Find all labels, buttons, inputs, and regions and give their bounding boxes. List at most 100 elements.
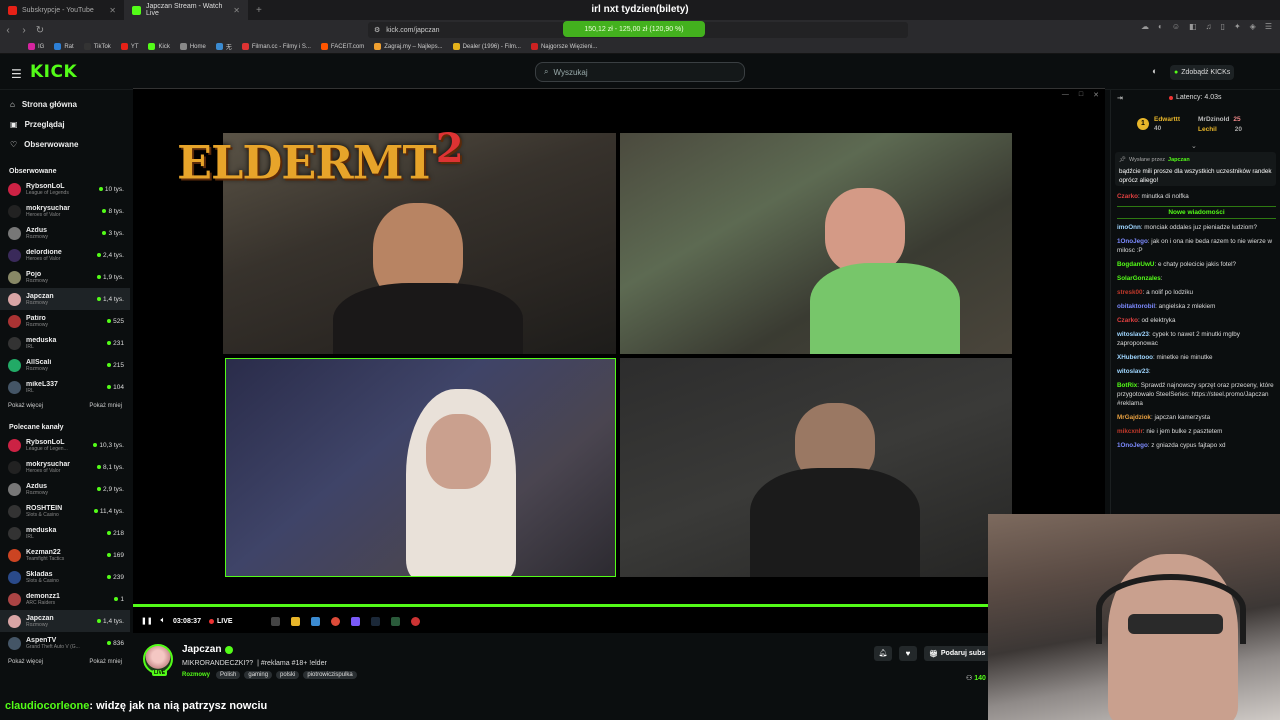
sidebar-toggle-icon[interactable]: ▯ [1221,22,1225,31]
channel-item[interactable]: Skladas Slots & Casino 239 [0,566,130,588]
chat-username[interactable]: obitaktorobil [1117,303,1155,310]
channel-item[interactable]: ROSHTEIN Slots & Casino 11,4 tys. [0,500,130,522]
notification-bell-button[interactable]: 🔔︎ [874,646,892,661]
channel-item[interactable]: Japczan Rozmowy 1,4 tys. [0,288,130,310]
menu-icon[interactable]: ☰ [1265,22,1272,31]
channel-item[interactable]: mokrysuchar Heroes of Valor 8 tys. [0,200,130,222]
bookmark-item[interactable]: Rat [54,43,74,50]
forward-icon[interactable]: › [16,25,32,36]
reload-icon[interactable]: ↻ [32,25,48,36]
chat-username[interactable]: 1OnoJego [1117,238,1148,245]
extension-icon[interactable]: ◧ [1189,22,1197,31]
bookmark-item[interactable]: Zagraj.my – Najleps... [374,43,443,50]
new-tab-icon[interactable]: + [248,5,270,16]
bookmark-item[interactable]: Kick [148,43,170,50]
chat-username[interactable]: Czarko [1117,317,1138,324]
channel-item[interactable]: Japczan Rozmowy 1,4 tys. [0,610,130,632]
chat-username[interactable]: MrGajdziok [1117,414,1151,421]
tag-chip[interactable]: gaming [244,671,273,679]
live-dot-icon [98,187,103,191]
bookmark-item[interactable]: YT [120,43,138,50]
bookmark-item[interactable]: IG [28,43,44,50]
browser-tab-active[interactable]: Japczan Stream - Watch Live ✕ [124,0,248,20]
show-less-button[interactable]: Pokaż mniej [89,659,122,665]
extension-icon[interactable]: ☁ [1141,22,1149,31]
channel-item[interactable]: meduska IRL 231 [0,332,130,354]
channel-item[interactable]: Patiro Rozmowy 525 [0,310,130,332]
live-indicator: LIVE [208,618,233,625]
music-icon[interactable]: ♫ [1206,22,1212,31]
chat-username[interactable]: 1OnoJego [1117,442,1148,449]
gift-subs-button[interactable]: 🎁︎ Podaruj subs [924,646,994,661]
expand-leaderboard-icon[interactable]: ⌄ [1191,142,1197,150]
back-icon[interactable]: ‹ [0,25,16,36]
tag-chip[interactable]: Polish [216,671,241,679]
live-badge: LIVE [152,670,168,676]
stream-progress-bar[interactable] [133,604,1105,607]
close-icon[interactable]: ✕ [1093,91,1099,99]
bookmark-item[interactable]: Najgorsze Więzieni... [530,43,597,50]
nav-browse[interactable]: ▣ Przeglądaj [0,114,130,134]
follow-heart-button[interactable]: ♥ [899,646,917,661]
chat-username[interactable]: BotRix [1117,382,1137,389]
channel-item[interactable]: Kezman22 Teamfight Tactics 169 [0,544,130,566]
video-player[interactable]: — □ ✕ ELDERMT2 ❚❚ 🔈︎ 03:08:37 LIVE [133,88,1105,633]
theme-icon[interactable]: ◐ [1152,66,1157,76]
show-less-button[interactable]: Pokaż mniej [89,403,122,409]
get-kicks-button[interactable]: ● Zdobądź KICKs [1170,65,1235,80]
channel-item[interactable]: Azdus Rozmowy 3 tys. [0,222,130,244]
chat-username[interactable]: stresk00 [1117,289,1143,296]
channel-item[interactable]: RybsonLoL League of Legends 10 tys. [0,178,130,200]
channel-item[interactable]: meduska IRL 218 [0,522,130,544]
bookmark-item[interactable]: FACEIT.com [320,43,364,50]
channel-item[interactable]: AllScali Rozmowy 215 [0,354,130,376]
category-link[interactable]: Rozmowy [182,672,210,678]
close-tab-icon[interactable]: ✕ [233,6,240,15]
search-input[interactable]: ⌕ Wyszukaj [535,62,745,82]
site-info-icon[interactable]: ⚙ [374,26,380,34]
nav-home[interactable]: ⌂ Strona główna [0,94,130,114]
channel-item[interactable]: mikeL337 IRL 104 [0,376,130,398]
kick-logo[interactable]: KICK [30,62,77,82]
show-more-button[interactable]: Pokaż więcej [8,403,43,409]
bookmark-item[interactable]: Dealer (1996) - Film... [452,43,521,50]
volume-icon[interactable]: 🔈︎ [161,617,165,625]
bookmark-item[interactable]: Filman.cc - Filmy i S... [241,43,311,50]
nav-following[interactable]: ♡ Obserwowane [0,134,130,154]
bookmark-item[interactable]: Home [179,43,206,50]
tag-chip[interactable]: piotrowiczispulka [303,671,357,679]
hamburger-menu-icon[interactable]: ☰ [11,67,22,81]
chat-username[interactable]: imoOnn [1117,224,1141,231]
bookmark-item[interactable]: 无 [215,42,232,51]
chat-username[interactable]: SolarGonzales [1117,275,1161,282]
chat-username[interactable]: BogdanUwU [1117,261,1154,268]
show-more-button[interactable]: Pokaż więcej [8,659,43,665]
collapse-chat-icon[interactable]: ⇥ [1117,94,1123,102]
chat-username[interactable]: XHubertooo [1117,354,1153,361]
extension-icon[interactable]: ☺ [1172,22,1180,31]
close-tab-icon[interactable]: ✕ [109,6,116,15]
streamer-name[interactable]: Japczan [182,644,234,655]
browser-tab[interactable]: Subskrypcje - YouTube ✕ [0,0,124,20]
maximize-icon[interactable]: □ [1079,91,1083,99]
chat-username[interactable]: mikcxnlr [1117,428,1143,435]
viewer-count: 169 [107,552,124,559]
tag-chip[interactable]: polski [276,671,300,679]
extensions-icon[interactable]: ✦ [1234,22,1241,31]
channel-item[interactable]: AspenTV Grand Theft Auto V (G... 836 [0,632,130,654]
new-messages-divider[interactable]: Nowe wiadomości [1117,206,1276,219]
channel-item[interactable]: mokrysuchar Heroes of Valor 8,1 tys. [0,456,130,478]
minimize-icon[interactable]: — [1062,91,1069,99]
channel-item[interactable]: demonzz1 ARC Raiders 1 [0,588,130,610]
channel-item[interactable]: delordione Heroes of Valor 2,4 tys. [0,244,130,266]
channel-item[interactable]: Azdus Rozmowy 2,9 tys. [0,478,130,500]
chat-username[interactable]: witoslav23 [1117,331,1149,338]
gift-icon: 🎁︎ [929,650,938,658]
extension-icon[interactable]: ◐ [1158,22,1163,31]
channel-item[interactable]: RybsonLoL League of Legen... 10,3 tys. [0,434,130,456]
channel-item[interactable]: Pojo Rozmowy 1,9 tys. [0,266,130,288]
shield-icon[interactable]: ◈ [1250,22,1256,31]
chat-username[interactable]: witoslav23 [1117,368,1149,375]
bookmark-item[interactable]: TikTok [83,43,111,50]
pause-icon[interactable]: ❚❚ [141,617,153,625]
